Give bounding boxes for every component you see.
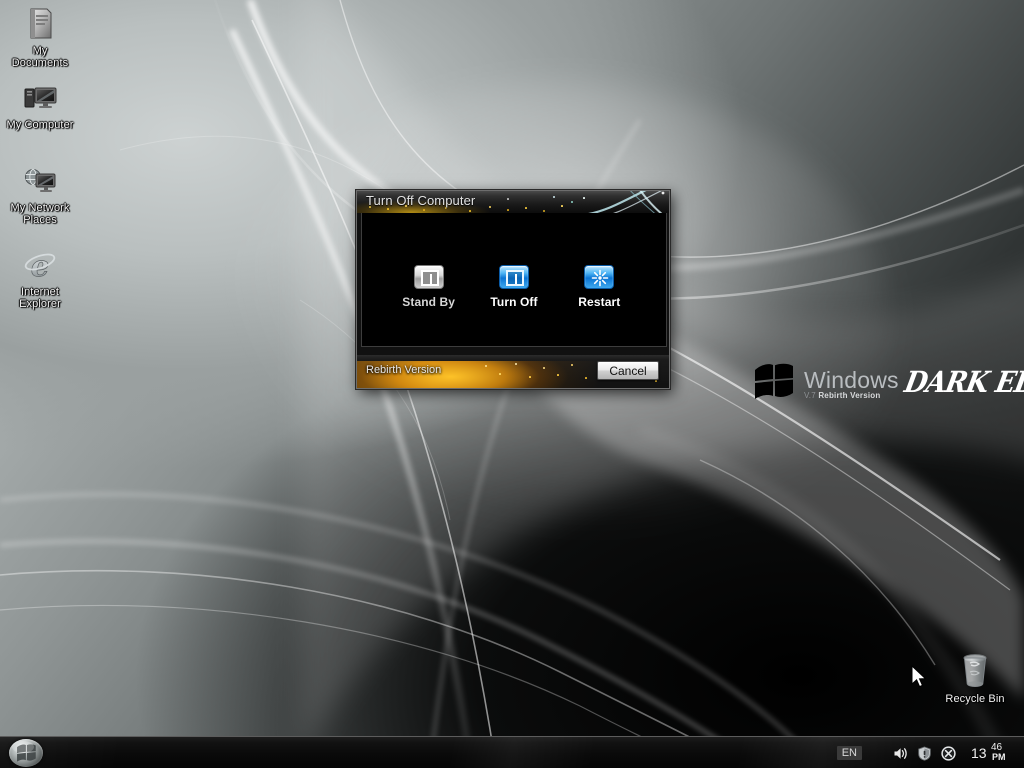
desktop-icon-my-network-places[interactable]: My Network Places [2, 163, 78, 226]
start-orb-icon[interactable] [9, 739, 43, 767]
recycle-bin-icon [958, 650, 992, 690]
restart-icon [584, 265, 615, 289]
desktop-icon-label: My Computer [6, 119, 74, 131]
dialog-title-bar[interactable]: Turn Off Computer [357, 191, 669, 213]
desktop-icon-my-computer[interactable]: My Computer [2, 80, 78, 131]
dialog-footer-bar: Rebirth Version Cancel [357, 355, 669, 388]
folder-documents-icon [22, 6, 58, 42]
turn-off-button[interactable]: Turn Off [477, 265, 551, 309]
desktop-icon-recycle-bin[interactable]: Recycle Bin [937, 650, 1013, 705]
power-off-icon [498, 265, 529, 289]
network-places-icon [22, 163, 58, 199]
desktop-icon-my-documents[interactable]: My Documents [2, 6, 78, 69]
desktop-icon-internet-explorer[interactable]: e Internet Explorer [2, 247, 78, 310]
clock-hours: 13 [971, 745, 987, 761]
desktop-icon-label: Recycle Bin [945, 693, 1005, 705]
desktop-icon-label: My Documents [11, 45, 69, 69]
internet-explorer-icon: e [22, 247, 58, 283]
stand-by-button[interactable]: Stand By [392, 265, 466, 309]
taskbar[interactable]: EN 13 46 PM [0, 736, 1024, 768]
title-bar-swoosh-graphic [587, 191, 665, 213]
cancel-circle-icon[interactable] [941, 745, 956, 761]
stand-by-label: Stand By [402, 295, 456, 309]
cancel-button[interactable]: Cancel [597, 361, 659, 380]
desktop-icon-label: My Network Places [10, 202, 70, 226]
security-shield-icon[interactable] [917, 746, 932, 761]
dialog-footer-text: Rebirth Version [366, 364, 442, 376]
language-indicator[interactable]: EN [836, 746, 862, 760]
desktop-icon-label: Internet Explorer [19, 286, 61, 310]
standby-icon [413, 265, 444, 289]
dialog-body: Stand By Turn Off Restart [361, 213, 667, 347]
clock-meridiem: PM [992, 752, 1006, 762]
taskbar-clock[interactable]: 13 46 PM [971, 742, 1015, 764]
desktop[interactable]: My Documents My Computer My Network Plac… [0, 0, 1024, 768]
dialog-title-text: Turn Off Computer [366, 193, 476, 208]
turn-off-computer-dialog[interactable]: Turn Off Computer Stand By Turn Off Rest… [356, 190, 670, 389]
system-tray[interactable]: EN 13 46 PM [836, 737, 1020, 768]
restart-label: Restart [578, 295, 621, 309]
restart-button[interactable]: Restart [562, 265, 636, 309]
computer-icon [22, 80, 58, 116]
turn-off-label: Turn Off [490, 295, 538, 309]
dialog-action-group: Stand By Turn Off Restart [362, 265, 666, 309]
volume-icon[interactable] [893, 746, 908, 761]
